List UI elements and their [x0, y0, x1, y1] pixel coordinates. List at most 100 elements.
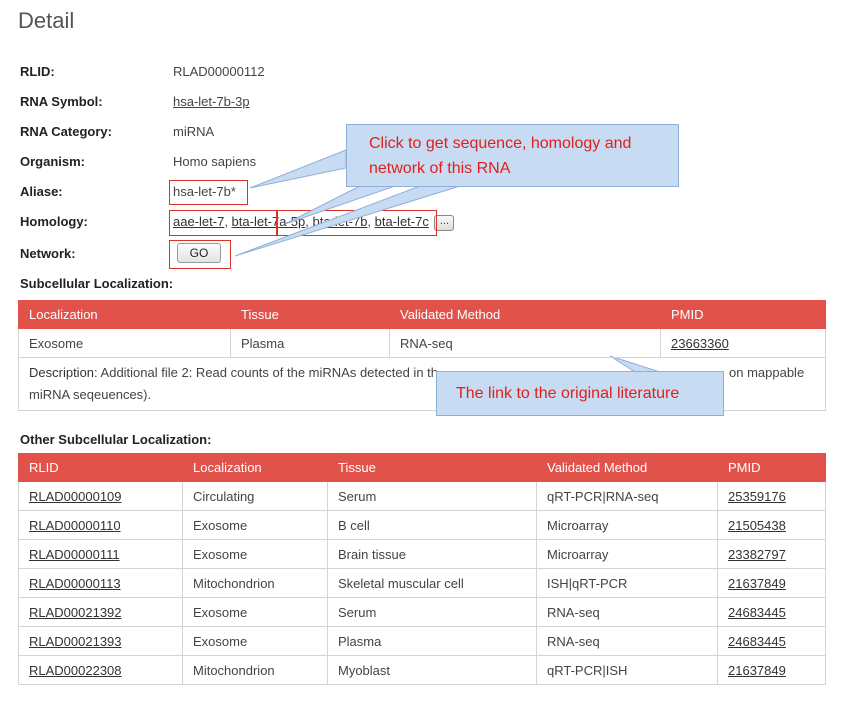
table-cell: 25359176 [717, 481, 826, 511]
table-cell: 23382797 [717, 539, 826, 569]
column-header: Localization [182, 453, 328, 482]
table-cell: Exosome [18, 328, 231, 358]
organism-value: Homo sapiens [173, 154, 257, 169]
aliase-highlight-box [169, 180, 248, 205]
column-header: Validated Method [536, 453, 718, 482]
column-header: Tissue [230, 300, 390, 329]
rlid-value: RLAD00000112 [173, 64, 265, 79]
table-header-row: Localization Tissue Validated Method PMI… [18, 300, 826, 329]
rlid-link[interactable]: RLAD00021393 [29, 634, 122, 649]
table-cell: RLAD00000110 [18, 510, 183, 540]
rna-symbol-label: RNA Symbol: [20, 94, 103, 109]
table-cell: RLAD00021393 [18, 626, 183, 656]
rlid-link[interactable]: RLAD00000113 [29, 576, 121, 591]
table-cell: 23663360 [660, 328, 826, 358]
table-cell: Exosome [182, 626, 328, 656]
table-cell: RLAD00000113 [18, 568, 183, 598]
other-table-body: RLAD00000109 Circulating Serum qRT-PCR|RNA-… [18, 481, 826, 685]
callout-top-text: Click to get sequence, homology and netw… [369, 135, 632, 177]
table-cell: Microarray [536, 510, 718, 540]
table-cell: Myoblast [327, 655, 537, 685]
table-cell: Circulating [182, 481, 328, 511]
column-header: RLID [18, 453, 183, 482]
pmid-link[interactable]: 23382797 [728, 547, 786, 562]
rna-symbol-link[interactable]: hsa-let-7b-3p [173, 94, 250, 109]
table-cell: Exosome [182, 597, 328, 627]
homology-more-button[interactable]: ... [434, 214, 455, 231]
description-label: Description [29, 365, 95, 380]
table-cell: 24683445 [717, 626, 826, 656]
table-row: RLAD00021393 Exosome Plasma RNA-seq 24683445 [18, 626, 826, 656]
column-header: Tissue [327, 453, 537, 482]
table-row: RLAD00000109 Circulating Serum qRT-PCR|RNA-… [18, 481, 826, 511]
table-cell: RLAD00021392 [18, 597, 183, 627]
table-row: Exosome Plasma RNA-seq 23663360 [18, 328, 826, 358]
table-cell: Mitochondrion [182, 568, 328, 598]
table-cell: RNA-seq [389, 328, 661, 358]
other-title: Other Subcellular Localization: [20, 432, 212, 447]
description-text: : Additional file 2: Read counts of the … [94, 365, 439, 380]
table-row: RLAD00000110 Exosome B cell Microarray 21505… [18, 510, 826, 540]
rlid-row: RLID: RLAD00000112 [20, 64, 620, 84]
column-header: PMID [660, 300, 826, 329]
table-cell: RLAD00000109 [18, 481, 183, 511]
pmid-link[interactable]: 21505438 [728, 518, 786, 533]
pmid-link[interactable]: 23663360 [671, 336, 729, 351]
table-row: RLAD00000113 Mitochondrion Skeletal muscul… [18, 568, 826, 598]
table-cell: B cell [327, 510, 537, 540]
table-cell: RLAD00000111 [18, 539, 183, 569]
callout-top: Click to get sequence, homology and netw… [346, 124, 679, 187]
table-cell: 21505438 [717, 510, 826, 540]
page-title: Detail [18, 8, 75, 33]
table-cell: Microarray [536, 539, 718, 569]
table-row: RLAD00021392 Exosome Serum RNA-seq 24683445 [18, 597, 826, 627]
table-cell: Mitochondrion [182, 655, 328, 685]
pmid-link[interactable]: 24683445 [728, 605, 786, 620]
homology-highlight-box-right [277, 210, 437, 236]
rlid-link[interactable]: RLAD00021392 [29, 605, 122, 620]
description-text-end: on mappable [729, 365, 805, 380]
rlid-label: RLID: [20, 64, 55, 79]
table-cell: Exosome [182, 539, 328, 569]
table-cell: qRT-PCR|RNA-seq [536, 481, 718, 511]
table-header-row: RLID Localization Tissue Validated Metho… [18, 453, 826, 482]
rlid-link[interactable]: RLAD00000110 [29, 518, 121, 533]
callout-literature: The link to the original literature [436, 371, 724, 416]
other-table: RLID Localization Tissue Validated Metho… [18, 453, 826, 685]
table-cell: Brain tissue [327, 539, 537, 569]
network-highlight-box [169, 240, 231, 269]
rlid-link[interactable]: RLAD00000109 [29, 489, 122, 504]
table-cell: Serum [327, 481, 537, 511]
column-header: PMID [717, 453, 826, 482]
table-row: RLAD00022308 Mitochondrion Myoblast qRT-PCR… [18, 655, 826, 685]
table-cell: qRT-PCR|ISH [536, 655, 718, 685]
table-cell: RLAD00022308 [18, 655, 183, 685]
network-row: Network: GO [20, 243, 620, 266]
rlid-link[interactable]: RLAD00000111 [29, 547, 120, 562]
pmid-link[interactable]: 24683445 [728, 634, 786, 649]
rlid-link[interactable]: RLAD00022308 [29, 663, 122, 678]
network-label: Network: [20, 246, 76, 261]
table-row: RLAD00000111 Exosome Brain tissue Microarra… [18, 539, 826, 569]
rna-symbol-row: RNA Symbol: hsa-let-7b-3p [20, 94, 620, 114]
subcellular-title: Subcellular Localization: [20, 276, 174, 291]
pmid-link[interactable]: 21637849 [728, 663, 786, 678]
table-cell: RNA-seq [536, 597, 718, 627]
callout-literature-text: The link to the original literature [456, 385, 680, 402]
table-cell: 21637849 [717, 655, 826, 685]
pmid-link[interactable]: 21637849 [728, 576, 786, 591]
column-header: Validated Method [389, 300, 661, 329]
table-cell: 21637849 [717, 568, 826, 598]
rna-category-value: miRNA [173, 124, 215, 139]
table-cell: Plasma [327, 626, 537, 656]
table-cell: Plasma [230, 328, 390, 358]
aliase-label: Aliase: [20, 184, 63, 199]
rna-category-label: RNA Category: [20, 124, 112, 139]
organism-label: Organism: [20, 154, 86, 169]
aliase-row: Aliase: hsa-let-7b* [20, 184, 620, 204]
pmid-link[interactable]: 25359176 [728, 489, 786, 504]
table-cell: Serum [327, 597, 537, 627]
table-cell: RNA-seq [536, 626, 718, 656]
column-header: Localization [18, 300, 231, 329]
homology-label: Homology: [20, 214, 88, 229]
